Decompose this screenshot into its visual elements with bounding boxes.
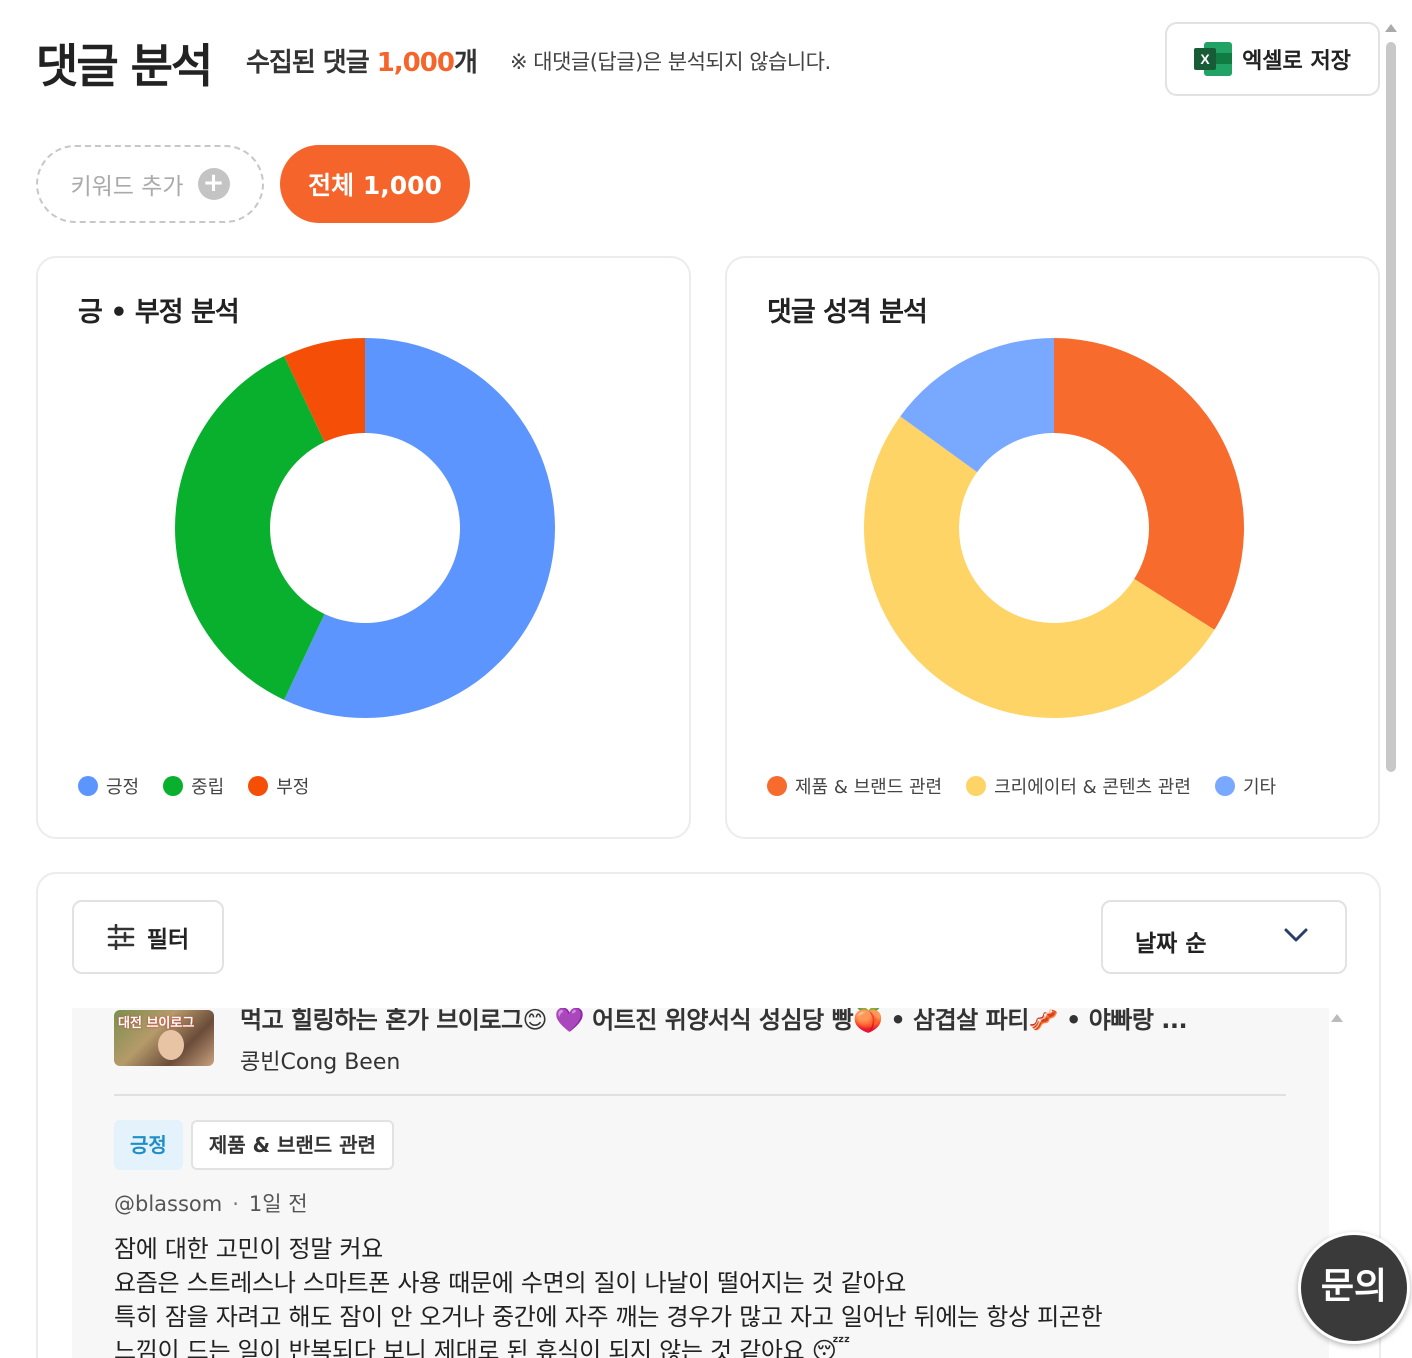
- video-title[interactable]: 먹고 힐링하는 혼가 브이로그😊 💜 어트진 위양서식 성심당 빵🍑 • 삼겹살…: [240, 1008, 1188, 1035]
- scroll-up-arrow[interactable]: [1385, 24, 1397, 32]
- plus-icon: +: [197, 168, 230, 200]
- divider: [114, 1094, 1286, 1096]
- sentiment-legend: 긍정 중립 부정: [78, 773, 309, 799]
- sentiment-donut-chart: [175, 338, 555, 718]
- comment-author: @blassom: [114, 1192, 223, 1216]
- add-keyword-button[interactable]: 키워드 추가 +: [36, 145, 264, 223]
- legend-item-negative: 부정: [248, 773, 309, 799]
- channel-name: 콩빈Cong Been: [240, 1050, 401, 1075]
- legend-label: 긍정: [106, 777, 140, 798]
- filter-label: 필터: [146, 927, 190, 953]
- type-chart-title: 댓글 성격 분석: [767, 297, 928, 328]
- legend-label: 부정: [276, 777, 310, 798]
- keyword-chip-all[interactable]: 전체 1,000: [280, 145, 470, 223]
- legend-label: 크리에이터 & 콘텐츠 관련: [994, 777, 1191, 798]
- collected-count: 1,000: [376, 48, 455, 78]
- comment-list-scroll-area[interactable]: 대전 브이로그 먹고 힐링하는 혼가 브이로그😊 💜 어트진 위양서식 성심당 …: [72, 1008, 1329, 1358]
- collected-suffix: 개: [453, 48, 478, 78]
- add-keyword-label: 키워드 추가: [70, 174, 184, 200]
- chevron-down-icon: [1284, 928, 1308, 942]
- page-scrollbar[interactable]: [1386, 42, 1396, 772]
- type-badge: 제품 & 브랜드 관련: [190, 1120, 394, 1170]
- thumbnail-text: 대전 브이로그: [118, 1016, 195, 1031]
- reply-notice: ※ 대댓글(답글)은 분석되지 않습니다.: [510, 50, 831, 74]
- comment-meta: @blassom · 1일 전: [114, 1192, 308, 1216]
- page-title: 댓글 분석: [36, 39, 213, 93]
- excel-icon: X: [1194, 42, 1233, 76]
- sentiment-chart-card: 긍 • 부정 분석 긍정 중립 부정: [36, 256, 691, 839]
- comment-text: 잠에 대한 고민이 정말 커요 요즘은 스트레스나 스마트폰 사용 때문에 수면…: [114, 1232, 1254, 1358]
- comment-line: 요즘은 스트레스나 스마트폰 사용 때문에 수면의 질이 나날이 떨어지는 것 …: [114, 1269, 907, 1297]
- legend-label: 중립: [191, 777, 225, 798]
- type-chart-card: 댓글 성격 분석 제품 & 브랜드 관련 크리에이터 & 콘텐츠 관련 기타: [725, 256, 1380, 839]
- legend-dot: [163, 776, 184, 796]
- inquiry-button[interactable]: 문의: [1298, 1232, 1410, 1344]
- sentiment-chart-title: 긍 • 부정 분석: [78, 297, 240, 328]
- legend-label: 기타: [1242, 777, 1277, 798]
- comment-line: 잠에 대한 고민이 정말 커요: [114, 1235, 383, 1263]
- sort-dropdown[interactable]: 날짜 순: [1101, 900, 1347, 974]
- comment-list-card: 필터 날짜 순 대전 브이로그 먹고 힐링하는 혼가 브이로그😊 💜 어트진 위…: [36, 872, 1381, 1358]
- filter-sliders-icon: [107, 924, 135, 950]
- excel-save-button[interactable]: X 엑셀로 저장: [1165, 22, 1380, 96]
- list-scroll-up-arrow[interactable]: [1331, 1014, 1343, 1022]
- legend-item-other: 기타: [1214, 773, 1277, 799]
- video-thumbnail[interactable]: 대전 브이로그: [114, 1010, 214, 1066]
- collected-prefix: 수집된 댓글: [246, 48, 377, 78]
- type-legend: 제품 & 브랜드 관련 크리에이터 & 콘텐츠 관련 기타: [767, 773, 1276, 799]
- donut-slice-1[interactable]: [175, 356, 325, 700]
- donut-slice-0[interactable]: [1054, 338, 1244, 630]
- comment-tags: 긍정 제품 & 브랜드 관련: [114, 1120, 394, 1170]
- filter-button[interactable]: 필터: [72, 900, 224, 974]
- comment-time: 1일 전: [248, 1192, 308, 1216]
- comment-line: 느낌이 드는 일이 반복되다 보니 제대로 된 휴식이 되지 않는 것 같아요 …: [114, 1337, 850, 1358]
- legend-item-neutral: 중립: [163, 773, 224, 799]
- legend-dot: [78, 776, 98, 796]
- comment-line: 특히 잠을 자려고 해도 잠이 안 오거나 중간에 자주 깨는 경우가 많고 자…: [114, 1303, 1103, 1331]
- legend-item-positive: 긍정: [78, 773, 139, 799]
- legend-item-product: 제품 & 브랜드 관련: [767, 773, 942, 799]
- sort-selected-value: 날짜 순: [1135, 931, 1207, 957]
- sentiment-badge: 긍정: [114, 1120, 183, 1170]
- legend-dot: [767, 776, 787, 796]
- legend-item-creator: 크리에이터 & 콘텐츠 관련: [966, 773, 1191, 799]
- legend-label: 제품 & 브랜드 관련: [795, 777, 943, 798]
- type-donut-chart: [864, 338, 1244, 718]
- legend-dot: [248, 776, 269, 796]
- legend-dot: [1214, 776, 1235, 796]
- collected-count-text: 수집된 댓글 1,000개: [246, 42, 478, 79]
- video-info[interactable]: 대전 브이로그 먹고 힐링하는 혼가 브이로그😊 💜 어트진 위양서식 성심당 …: [114, 1008, 1294, 1088]
- legend-dot: [966, 776, 987, 796]
- comment-analysis-page: 댓글 분석 수집된 댓글 1,000개 ※ 대댓글(답글)은 분석되지 않습니다…: [0, 0, 1412, 1358]
- excel-save-label: 엑셀로 저장: [1242, 49, 1351, 74]
